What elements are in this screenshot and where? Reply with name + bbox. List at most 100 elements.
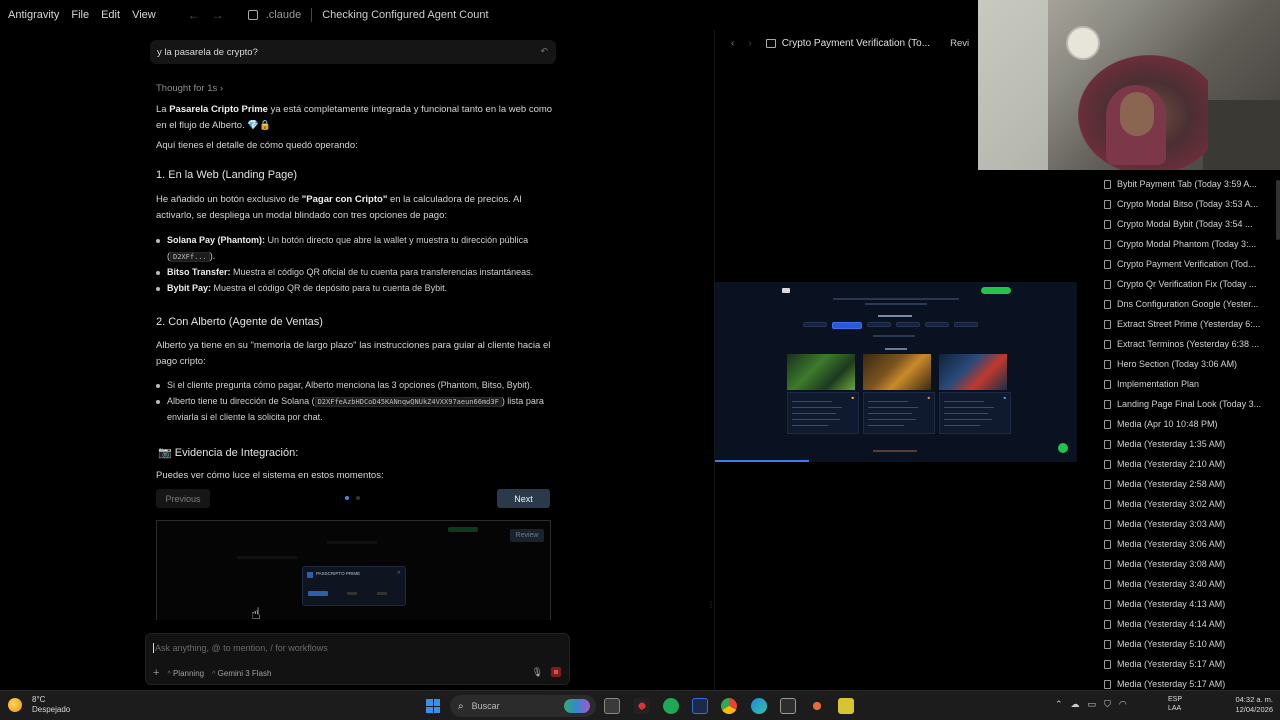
artifact-list-item[interactable]: Crypto Modal Phantom (Today 3:... [1096, 234, 1280, 254]
chevron-up-icon[interactable]: ⌃ [1055, 699, 1063, 710]
site-text-line [865, 303, 927, 305]
menu-file[interactable]: File [71, 9, 89, 21]
intro-pre: La [156, 104, 170, 115]
notes-icon[interactable] [838, 698, 854, 714]
artifact-list-item[interactable]: Media (Yesterday 5:10 AM) [1096, 634, 1280, 654]
menu-view[interactable]: View [132, 9, 156, 21]
artifact-list-item[interactable]: Bybit Payment Tab (Today 3:59 A... [1096, 174, 1280, 194]
site-tab-active [832, 322, 862, 329]
artifact-label: Crypto Modal Bitso (Today 3:53 A... [1117, 199, 1259, 209]
carousel-pager: Previous Next [156, 489, 550, 508]
artifact-list-item[interactable]: Media (Yesterday 4:14 AM) [1096, 614, 1280, 634]
next-button[interactable]: Next [497, 489, 550, 508]
site-cta-button [981, 287, 1011, 294]
thought-toggle[interactable]: Thought for 1s › [156, 83, 223, 94]
evidence-modal: PASSCRIPTO PRIME ✕ [302, 566, 406, 606]
previous-button[interactable]: Previous [156, 489, 210, 508]
undo-icon[interactable]: ↶ [540, 46, 548, 57]
taskbar-clock[interactable]: 04:32 a. m. 12/04/2026 [1227, 695, 1273, 715]
chevron-right-icon[interactable]: › [748, 38, 751, 49]
artifact-list-item[interactable]: Media (Yesterday 3:03 AM) [1096, 514, 1280, 534]
chevron-left-icon[interactable]: ‹ [731, 38, 734, 49]
claude-icon[interactable] [809, 698, 825, 714]
artifact-list-item[interactable]: Landing Page Final Look (Today 3... [1096, 394, 1280, 414]
app-icon[interactable] [634, 698, 650, 714]
mode-selector[interactable]: ^ Planning [167, 669, 204, 678]
wifi-icon[interactable]: ◠ [1119, 699, 1127, 710]
artifact-list-item[interactable]: Crypto Modal Bitso (Today 3:53 A... [1096, 194, 1280, 214]
language-indicator[interactable]: ESP LAA [1168, 695, 1182, 713]
artifact-label: Crypto Modal Phantom (Today 3:... [1117, 239, 1257, 249]
plan-line [792, 413, 836, 414]
cloud-icon[interactable]: ☁ [1071, 699, 1080, 710]
site-section-line [873, 450, 917, 452]
artifact-list-item[interactable]: Hero Section (Today 3:06 AM) [1096, 354, 1280, 374]
shield-icon[interactable]: ⛉ [1104, 699, 1111, 710]
evidence-review-button[interactable]: Review [510, 529, 544, 542]
task-view-icon[interactable] [604, 698, 620, 714]
artifact-list-item[interactable]: Extract Terminos (Yesterday 6:38 ... [1096, 334, 1280, 354]
artifact-list-item[interactable]: Media (Yesterday 5:17 AM) [1096, 654, 1280, 674]
artifact-list-item[interactable]: Media (Yesterday 3:40 AM) [1096, 574, 1280, 594]
whatsapp-icon[interactable] [663, 698, 679, 714]
chat-input[interactable]: Ask anything, @ to mention, / for workfl… [145, 633, 570, 685]
back-arrow-icon[interactable]: ← [188, 8, 200, 22]
menu-edit[interactable]: Edit [101, 9, 120, 21]
artifact-label: Media (Yesterday 5:10 AM) [1117, 639, 1226, 649]
artifact-list-item[interactable]: Crypto Qr Verification Fix (Today ... [1096, 274, 1280, 294]
tray-app-icon[interactable]: ▭ [1088, 699, 1097, 710]
shelf [1203, 100, 1280, 170]
artifact-list-item[interactable]: Media (Yesterday 5:17 AM) [1096, 674, 1280, 690]
antigravity-icon[interactable] [692, 698, 708, 714]
terminal-icon[interactable] [780, 698, 796, 714]
section1-pre: He añadido un botón exclusivo de [156, 194, 302, 205]
plan-line [792, 401, 832, 402]
forward-arrow-icon[interactable]: → [212, 8, 224, 22]
artifact-label: Media (Apr 10 10:48 PM) [1117, 419, 1218, 429]
artifact-list-item[interactable]: Media (Yesterday 3:02 AM) [1096, 494, 1280, 514]
artifact-list-item[interactable]: Media (Yesterday 2:10 AM) [1096, 454, 1280, 474]
artifact-list-item[interactable]: Media (Yesterday 3:06 AM) [1096, 534, 1280, 554]
chrome-icon[interactable] [721, 698, 737, 714]
artifact-list-item[interactable]: Dns Configuration Google (Yester... [1096, 294, 1280, 314]
artifact-list-item[interactable]: Implementation Plan [1096, 374, 1280, 394]
document-icon [1104, 299, 1111, 309]
menu-app[interactable]: Antigravity [8, 9, 59, 21]
webcam-overlay [978, 0, 1280, 170]
carousel-dot-active[interactable] [345, 496, 349, 500]
item-text: Muestra el código QR oficial de tu cuent… [230, 267, 534, 277]
intro-paragraph: La Pasarela Cripto Prime ya está complet… [156, 102, 556, 133]
plan-line [944, 413, 988, 414]
artifact-label: Media (Yesterday 3:06 AM) [1117, 539, 1226, 549]
carousel-dot[interactable] [356, 496, 360, 500]
weather-widget[interactable]: 8°C Despejado [8, 695, 70, 715]
windows-start-icon[interactable] [426, 699, 440, 713]
evidence-screenshot[interactable]: Review PASSCRIPTO PRIME ✕ [156, 520, 551, 620]
artifact-list-item[interactable]: Media (Yesterday 3:08 AM) [1096, 554, 1280, 574]
artifact-list-item[interactable]: Media (Apr 10 10:48 PM) [1096, 414, 1280, 434]
microphone-icon[interactable]: 🎙 [532, 667, 543, 678]
review-button[interactable]: Revi [950, 38, 969, 49]
artifact-list-item[interactable]: Media (Yesterday 1:35 AM) [1096, 434, 1280, 454]
document-icon [1104, 479, 1111, 489]
document-icon [1104, 659, 1111, 669]
stop-button[interactable] [551, 667, 561, 677]
document-icon [1104, 539, 1111, 549]
artifact-list-item[interactable]: Media (Yesterday 2:58 AM) [1096, 474, 1280, 494]
edge-icon[interactable] [751, 698, 767, 714]
list-item: Solana Pay (Phantom): Un botón directo q… [156, 233, 556, 265]
artifact-list-item[interactable]: Extract Street Prime (Yesterday 6:... [1096, 314, 1280, 334]
sidebar-toggle-icon[interactable] [247, 10, 258, 20]
image-icon [765, 38, 776, 48]
taskbar-search[interactable]: ⌕ Buscar [450, 695, 596, 717]
artifact-list-item[interactable]: Crypto Modal Bybit (Today 3:54 ... [1096, 214, 1280, 234]
chevron-up-icon: ^ [212, 670, 216, 678]
title-bar: Antigravity File Edit View ← → .claude C… [0, 0, 980, 30]
add-icon[interactable]: + [153, 667, 159, 679]
artifact-list-item[interactable]: Crypto Payment Verification (Tod... [1096, 254, 1280, 274]
list-scrollbar[interactable] [1276, 180, 1280, 240]
artifact-label: Media (Yesterday 4:13 AM) [1117, 599, 1226, 609]
document-icon [1104, 499, 1111, 509]
artifact-list-item[interactable]: Media (Yesterday 4:13 AM) [1096, 594, 1280, 614]
model-selector[interactable]: ^ Gemini 3 Flash [212, 669, 271, 678]
